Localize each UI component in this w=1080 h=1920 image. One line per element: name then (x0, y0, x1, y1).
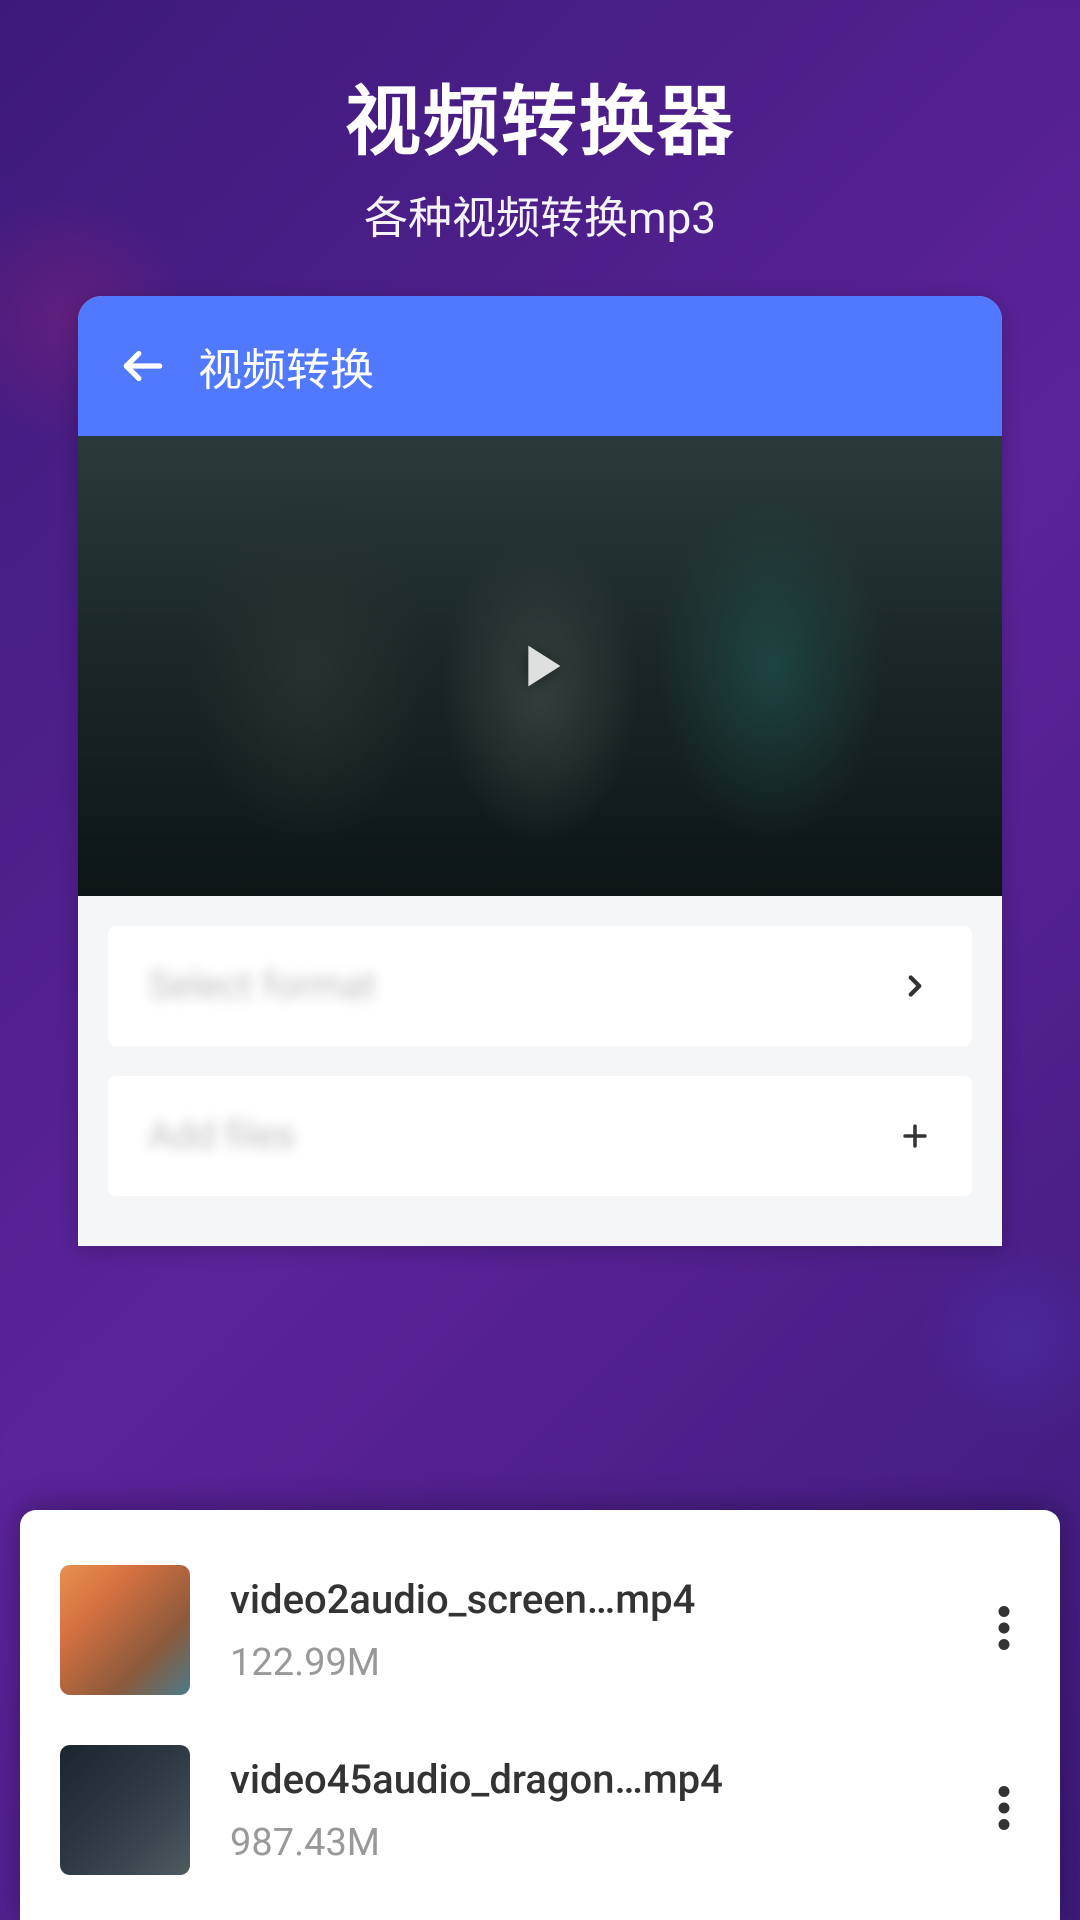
file-thumbnail (60, 1565, 190, 1695)
file-menu-button[interactable] (988, 1586, 1020, 1674)
options-area: Select format Add files (78, 896, 1002, 1246)
file-thumbnail (60, 1745, 190, 1875)
file-size: 122.99M (230, 1641, 948, 1685)
play-button[interactable] (490, 616, 590, 716)
card-toolbar: 视频转换 (78, 296, 1002, 436)
more-vertical-icon (998, 1786, 1010, 1830)
page-subtitle: 各种视频转换mp3 (0, 182, 1080, 246)
select-format-row[interactable]: Select format (108, 926, 972, 1046)
file-info: video45audio_dragon…mp4 987.43M (230, 1756, 948, 1865)
more-vertical-icon (998, 1606, 1010, 1650)
file-menu-button[interactable] (988, 1766, 1020, 1854)
promo-header: 视频转换器 各种视频转换mp3 (0, 0, 1080, 296)
file-item[interactable]: video45audio_dragon…mp4 987.43M (20, 1720, 1060, 1900)
add-files-label: Add files (148, 1114, 295, 1158)
file-list-panel: video2audio_screen…mp4 122.99M video45au… (20, 1510, 1060, 1920)
add-files-row[interactable]: Add files (108, 1076, 972, 1196)
video-preview[interactable] (78, 436, 1002, 896)
plus-icon (898, 1119, 932, 1153)
file-size: 987.43M (230, 1821, 948, 1865)
select-format-label: Select format (148, 964, 376, 1008)
file-item[interactable]: video2audio_screen…mp4 122.99M (20, 1540, 1060, 1720)
back-button[interactable] (118, 341, 168, 391)
file-info: video2audio_screen…mp4 122.99M (230, 1576, 948, 1685)
file-name: video45audio_dragon…mp4 (230, 1756, 948, 1803)
file-name: video2audio_screen…mp4 (230, 1576, 948, 1623)
converter-card: 视频转换 Select format Add files (78, 296, 1002, 1246)
play-icon (505, 631, 575, 701)
page-title: 视频转换器 (0, 60, 1080, 170)
chevron-right-icon (898, 969, 932, 1003)
arrow-left-icon (118, 341, 168, 391)
card-title: 视频转换 (198, 334, 374, 398)
